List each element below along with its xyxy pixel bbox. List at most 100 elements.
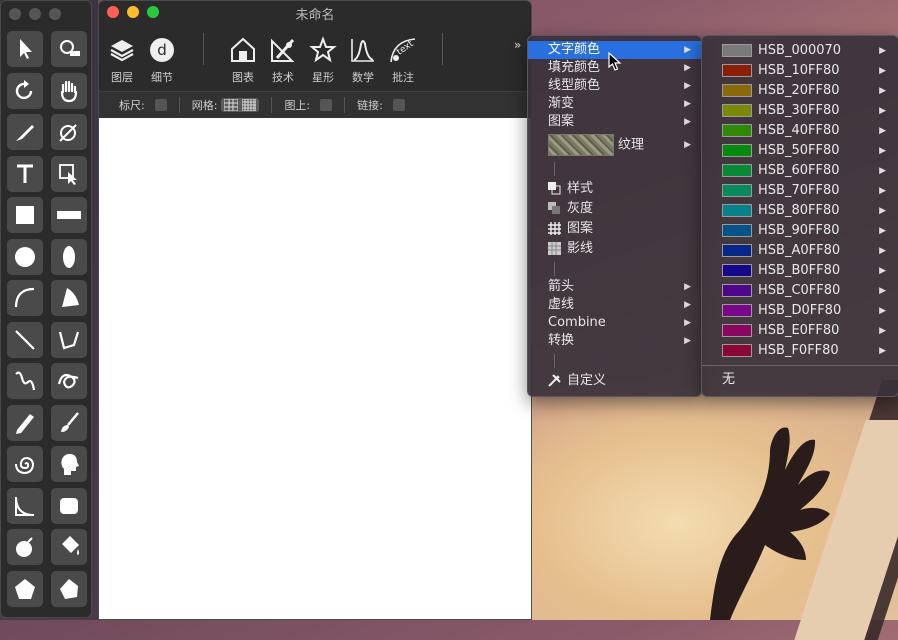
menu-item-pattern-fill[interactable]: 图案 xyxy=(528,220,701,238)
drawing-canvas[interactable] xyxy=(99,118,531,619)
toolbar-button-detail[interactable]: d 细节 xyxy=(139,33,185,85)
hand-tool[interactable] xyxy=(51,72,87,109)
no-snap-tool[interactable] xyxy=(51,114,87,150)
menu-item-arrows[interactable]: 箭头 ▶ xyxy=(528,278,701,296)
spiral-tool[interactable] xyxy=(7,446,43,482)
color-item[interactable]: HSB_80FF80 ▶ xyxy=(702,201,898,221)
color-item[interactable]: HSB_40FF80 ▶ xyxy=(702,121,898,141)
color-swatch xyxy=(722,124,752,137)
arc-tool[interactable] xyxy=(7,280,43,316)
rotate-tool[interactable] xyxy=(7,72,43,109)
ruler-toggle[interactable] xyxy=(154,99,167,111)
select-arrow-tool[interactable] xyxy=(7,31,43,67)
palette-zoom-button[interactable] xyxy=(49,8,61,20)
menu-item-dashes[interactable]: 虚线 ▶ xyxy=(528,296,701,314)
options-separator xyxy=(271,97,273,113)
loop-curve-icon xyxy=(57,373,79,389)
submenu-arrow-icon: ▶ xyxy=(879,146,886,156)
menu-item-customize[interactable]: 自定义 xyxy=(528,372,701,390)
color-item[interactable]: HSB_A0FF80 ▶ xyxy=(702,241,898,261)
submenu-arrow-icon: ▶ xyxy=(879,206,886,216)
knife-icon xyxy=(16,125,34,141)
bar-tool[interactable] xyxy=(51,197,87,233)
color-name: HSB_40FF80 xyxy=(758,123,840,138)
menu-item-gradient[interactable]: 渐变 ▶ xyxy=(528,95,701,113)
bezier-tool[interactable] xyxy=(51,363,87,399)
pie-wedge-icon xyxy=(62,288,79,307)
arc-icon xyxy=(14,287,35,308)
menu-item-line-color[interactable]: 线型颜色 ▶ xyxy=(528,77,701,95)
layers-icon xyxy=(110,40,134,62)
ellipse-tool[interactable] xyxy=(51,238,87,275)
zoom-tool[interactable] xyxy=(51,31,87,67)
color-item[interactable]: HSB_60FF80 ▶ xyxy=(702,161,898,181)
color-item[interactable]: HSB_10FF80 ▶ xyxy=(702,61,898,81)
bomb-tool[interactable] xyxy=(7,529,43,565)
polyline-tool[interactable] xyxy=(51,321,87,358)
quarter-arc-tool[interactable] xyxy=(7,487,43,524)
submenu-arrow-icon: ▶ xyxy=(684,336,691,346)
menu-item-pattern[interactable]: 图案 ▶ xyxy=(528,113,701,131)
color-item[interactable]: HSB_30FF80 ▶ xyxy=(702,101,898,121)
color-item[interactable]: HSB_B0FF80 ▶ xyxy=(702,261,898,281)
toolbar-label: 批注 xyxy=(392,71,414,84)
color-swatch xyxy=(722,304,752,317)
link-toggle[interactable] xyxy=(392,99,405,111)
math-curve-icon xyxy=(351,39,374,62)
color-item[interactable]: HSB_20FF80 ▶ xyxy=(702,81,898,101)
options-separator xyxy=(344,97,346,113)
color-item[interactable]: HSB_000070 ▶ xyxy=(702,41,898,61)
color-item[interactable]: HSB_F0FF80 ▶ xyxy=(702,341,898,361)
menu-item-texture[interactable]: 纹理 ▶ xyxy=(528,134,701,156)
palette-close-button[interactable] xyxy=(9,8,21,20)
color-item[interactable]: HSB_C0FF80 ▶ xyxy=(702,281,898,301)
menu-item-combine[interactable]: Combine ▶ xyxy=(528,314,701,332)
menu-item-convert[interactable]: 转换 ▶ xyxy=(528,332,701,350)
brush-tool[interactable] xyxy=(51,404,87,441)
head-shape-tool[interactable] xyxy=(51,446,87,482)
color-item[interactable]: HSB_50FF80 ▶ xyxy=(702,141,898,161)
circle-tool[interactable] xyxy=(7,238,43,275)
color-swatch xyxy=(722,344,752,357)
menu-item-hatching[interactable]: 影线 xyxy=(528,240,701,258)
rounded-rect-tool[interactable] xyxy=(51,487,87,524)
wedge-tool[interactable] xyxy=(51,280,87,316)
hatch-icon xyxy=(548,242,561,255)
grid-fine-icon[interactable] xyxy=(242,99,257,111)
menu-item-style[interactable]: 样式 xyxy=(528,180,701,198)
menu-item-grayscale[interactable]: 灰度 xyxy=(528,200,701,218)
polygon-tool[interactable] xyxy=(51,570,87,607)
spiral-icon xyxy=(15,456,35,475)
image-select-tool[interactable] xyxy=(51,155,87,192)
polyline-icon xyxy=(58,331,80,349)
knife-tool[interactable] xyxy=(7,114,43,150)
color-item[interactable]: HSB_E0FF80 ▶ xyxy=(702,321,898,341)
style-menu: 文字颜色 ▶ 填充颜色 ▶ 线型颜色 ▶ 渐变 ▶ 图案 ▶ 纹理 ▶ 样式 灰度 图案 影… xyxy=(527,35,702,397)
freehand-tool[interactable] xyxy=(7,363,43,399)
color-item[interactable]: HSB_70FF80 ▶ xyxy=(702,181,898,201)
color-item[interactable]: HSB_90FF80 ▶ xyxy=(702,221,898,241)
bucket-tool[interactable] xyxy=(51,529,87,565)
circle-icon xyxy=(15,246,35,267)
color-none-item[interactable]: 无 xyxy=(702,370,898,390)
submenu-arrow-icon: ▶ xyxy=(879,66,886,76)
pencil-tool[interactable] xyxy=(7,404,43,441)
line-tool[interactable] xyxy=(7,321,43,358)
grid-coarse-icon[interactable] xyxy=(224,99,239,111)
rectangle-tool[interactable] xyxy=(7,197,43,233)
color-name: HSB_90FF80 xyxy=(758,223,840,238)
toolbar-label: 细节 xyxy=(151,71,173,84)
ellipse-icon xyxy=(63,245,75,268)
submenu-arrow-icon: ▶ xyxy=(879,166,886,176)
text-t-icon xyxy=(17,164,33,183)
window-title: 未命名 xyxy=(295,8,335,23)
submenu-arrow-icon: ▶ xyxy=(879,126,886,136)
color-item[interactable]: HSB_D0FF80 ▶ xyxy=(702,301,898,321)
on-image-toggle[interactable] xyxy=(320,99,333,111)
toolbar-overflow-button[interactable]: » xyxy=(514,38,521,52)
pencil-icon xyxy=(16,413,34,434)
pentagon-tool[interactable] xyxy=(7,570,43,607)
palette-minimize-button[interactable] xyxy=(29,8,41,20)
toolbar-button-annotation[interactable]: text 批注 xyxy=(380,33,426,85)
text-tool[interactable] xyxy=(7,155,43,192)
